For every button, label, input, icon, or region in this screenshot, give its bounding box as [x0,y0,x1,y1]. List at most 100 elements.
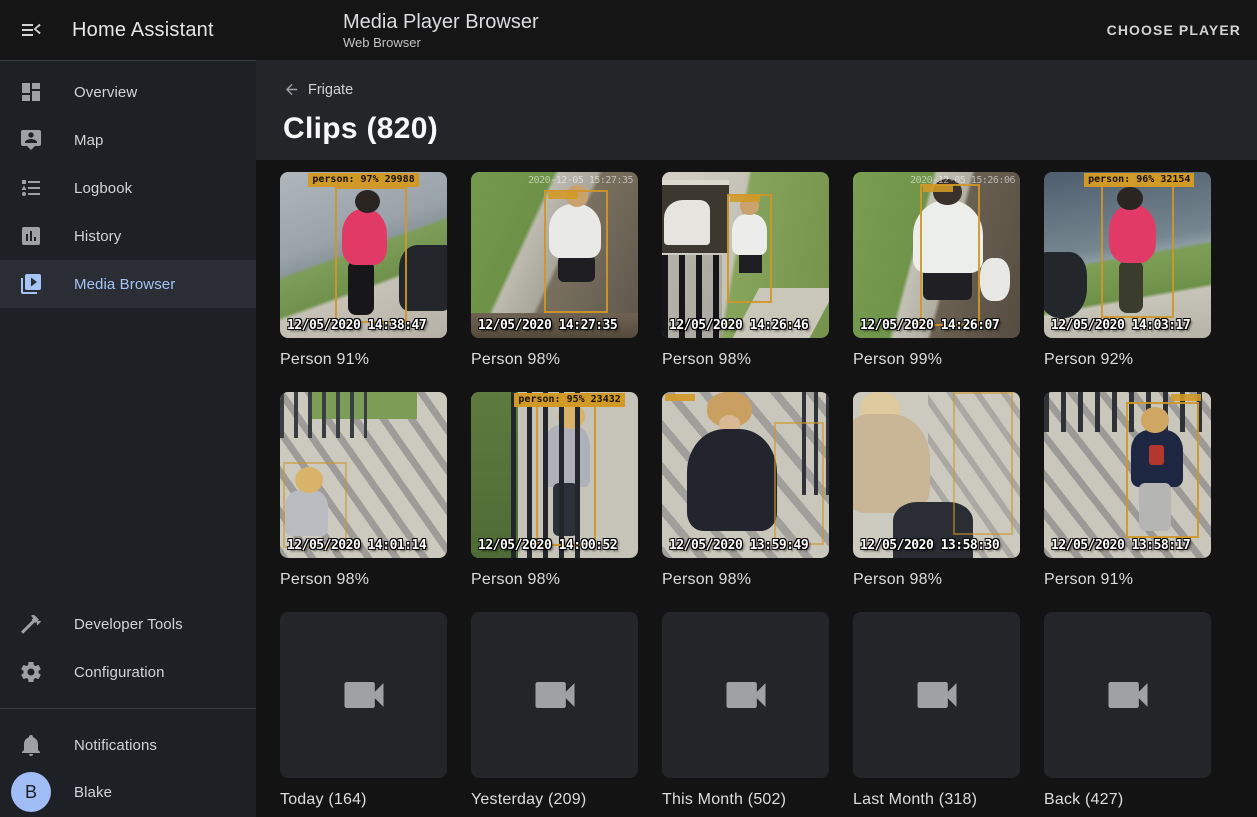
detection-label-small [1171,394,1201,401]
detection-label-small [923,185,953,192]
sidebar-item-label: Overview [74,84,137,101]
video-icon [338,669,390,721]
clip-card[interactable]: person: 95% 23432 12/05/2020 14:00:52 Pe… [471,392,638,590]
clip-card[interactable]: 2020-12-05 15:27:35 12/05/2020 14:27:35 … [471,172,638,370]
page-title: Clips (820) [283,112,1257,146]
topbar-title-block: Media Player Browser Web Browser [256,10,1093,51]
user-name-label: Blake [74,784,112,801]
clip-label: Person 98% [662,350,829,370]
map-account-icon [19,128,43,152]
timestamp-overlay: 12/05/2020 14:03:17 [1051,318,1190,333]
detection-label: person: 95% 23432 [514,393,624,407]
detection-label-small [730,195,760,202]
clip-card[interactable]: 12/05/2020 13:58:30 Person 98% [853,392,1020,590]
sidebar: Overview Map Logbook History [0,60,256,817]
clip-label: Person 91% [1044,570,1211,590]
menu-open-icon [19,18,43,42]
sidebar-item-label: Map [74,132,103,149]
topbar-left: Home Assistant [0,16,256,44]
folder-thumbnail [1044,612,1211,778]
clip-card[interactable]: 2020-12-05 15:26:06 12/05/2020 14:26:07 … [853,172,1020,370]
detection-label-small [548,192,578,199]
video-icon [911,669,963,721]
arrow-left-icon [283,81,300,98]
dashboard-icon [19,80,43,104]
clip-label: Person 98% [280,570,447,590]
sidebar-item-configuration[interactable]: Configuration [0,648,256,696]
detection-bbox [335,187,407,323]
detection-bbox [544,190,607,313]
page-header-title: Media Player Browser [343,10,1093,34]
folder-label: Last Month (318) [853,790,1020,810]
timestamp-overlay: 12/05/2020 14:38:47 [287,318,426,333]
scene-shape [280,392,367,438]
folder-label: Yesterday (209) [471,790,638,810]
app-title: Home Assistant [72,19,214,42]
folder-thumbnail [280,612,447,778]
clip-label: Person 98% [662,570,829,590]
breadcrumb[interactable]: Frigate [283,81,353,98]
page-header-subtitle: Web Browser [343,35,1093,51]
camera-osd-timestamp: 2020-12-05 15:26:06 [910,175,1015,186]
sidebar-item-map[interactable]: Map [0,116,256,164]
sidebar-item-label: Configuration [74,664,165,681]
sidebar-item-media-browser[interactable]: Media Browser [0,260,256,308]
folder-card-today[interactable]: Today (164) [280,612,447,810]
clip-card[interactable]: person: 97% 29988 12/05/2020 14:38:47 Pe… [280,172,447,370]
clip-card[interactable]: 12/05/2020 13:59:49 Person 98% [662,392,829,590]
detection-bbox [774,422,824,545]
clip-card[interactable]: 12/05/2020 13:58:17 Person 91% [1044,392,1211,590]
clips-grid: person: 97% 29988 12/05/2020 14:38:47 Pe… [280,172,1214,817]
bell-icon [19,733,43,757]
sidebar-item-history[interactable]: History [0,212,256,260]
content-header: Frigate Clips (820) [256,60,1257,160]
clip-label: Person 92% [1044,350,1211,370]
scene-shape [687,429,777,532]
sidebar-item-logbook[interactable]: Logbook [0,164,256,212]
history-chart-icon [19,224,43,248]
media-browser-content: Frigate Clips (820) person: 97% 29988 12… [256,60,1257,817]
timestamp-overlay: 12/05/2020 14:26:07 [860,318,999,333]
detection-bbox [536,399,596,547]
folder-card-last-month[interactable]: Last Month (318) [853,612,1020,810]
clip-card[interactable]: 12/05/2020 14:26:46 Person 98% [662,172,829,370]
timestamp-overlay: 12/05/2020 13:58:30 [860,538,999,553]
sidebar-item-label: Notifications [74,737,157,754]
clip-thumbnail: 12/05/2020 13:58:17 [1044,392,1211,558]
folder-thumbnail [471,612,638,778]
folder-label: Today (164) [280,790,447,810]
hammer-icon [19,612,43,636]
clip-thumbnail: person: 97% 29988 12/05/2020 14:38:47 [280,172,447,338]
folder-card-this-month[interactable]: This Month (502) [662,612,829,810]
choose-player-button[interactable]: CHOOSE PLAYER [1093,14,1255,46]
folder-label: This Month (502) [662,790,829,810]
detection-label: person: 96% 32154 [1084,173,1194,187]
sidebar-item-overview[interactable]: Overview [0,68,256,116]
sidebar-toggle-button[interactable] [17,16,45,44]
clip-card[interactable]: person: 96% 32154 12/05/2020 14:03:17 Pe… [1044,172,1211,370]
folder-card-back[interactable]: Back (427) [1044,612,1211,810]
timestamp-overlay: 12/05/2020 14:00:52 [478,538,617,553]
video-icon [529,669,581,721]
detection-bbox [1126,402,1199,538]
detection-bbox [283,462,346,548]
timestamp-overlay: 12/05/2020 14:26:46 [669,318,808,333]
video-icon [720,669,772,721]
clip-label: Person 98% [853,570,1020,590]
sidebar-item-user[interactable]: B Blake [0,769,256,817]
sidebar-item-label: History [74,228,121,245]
detection-bbox [1101,185,1174,318]
folder-card-yesterday[interactable]: Yesterday (209) [471,612,638,810]
scene-shape [980,258,1010,301]
sidebar-item-label: Logbook [74,180,132,197]
clip-thumbnail: 12/05/2020 13:59:49 [662,392,829,558]
breadcrumb-label: Frigate [308,82,353,98]
sidebar-item-label: Media Browser [74,276,175,293]
clip-label: Person 91% [280,350,447,370]
sidebar-item-developer-tools[interactable]: Developer Tools [0,600,256,648]
timestamp-overlay: 12/05/2020 13:59:49 [669,538,808,553]
clip-card[interactable]: 12/05/2020 14:01:14 Person 98% [280,392,447,590]
video-icon [1102,669,1154,721]
sidebar-item-notifications[interactable]: Notifications [0,721,256,769]
clip-label: Person 99% [853,350,1020,370]
